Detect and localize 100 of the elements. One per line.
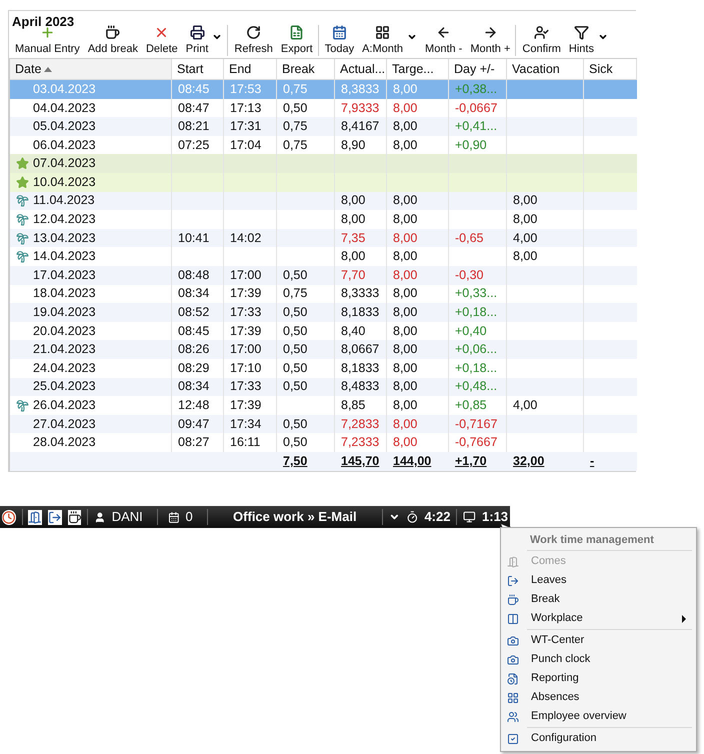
table-cell-text: 17:10 [230, 360, 262, 377]
table-row[interactable]: 21.04.2023 08:26 17:00 0,50 8,0667 8,00 +0,06... [10, 340, 637, 359]
table-cell-text: 24.04.2023 [33, 360, 96, 377]
coffee-cup-icon [105, 25, 120, 40]
table-cell-text: -0,30 [455, 266, 484, 284]
activity-label[interactable]: Office work » E-Mail [214, 507, 376, 527]
monitor-icon [463, 510, 476, 524]
menu-item[interactable]: Reporting [503, 669, 692, 688]
table-cell-text: 0,50 [283, 100, 308, 117]
exit-icon[interactable] [48, 510, 62, 524]
spreadsheet-icon [289, 25, 304, 40]
table-cell-text: +0,41... [455, 118, 498, 136]
toolbar-button[interactable]: A:Month [360, 25, 420, 56]
table-cell-text: 8,3333 [341, 285, 380, 302]
table-cell-text: 0,50 [283, 360, 308, 377]
table-cell-text: 08:29 [178, 360, 210, 377]
grid-icon [375, 25, 390, 40]
coffee-cup-icon[interactable] [68, 510, 82, 524]
menu-item[interactable]: Leaves [503, 571, 692, 590]
toolbar-button[interactable]: Delete [144, 25, 180, 56]
table-cell-text: 4,00 [513, 397, 538, 414]
table-cell-text: 8,3833 [341, 80, 380, 98]
table-cell-text: +0,06... [455, 341, 498, 358]
table-row[interactable]: 19.04.2023 08:52 17:33 0,50 8,1833 8,00 +0,18... [10, 303, 637, 322]
menu-item[interactable]: Employee overview [503, 707, 692, 726]
table-cell-text: 8,00 [393, 360, 418, 377]
table-cell-text: 17:00 [230, 341, 262, 358]
table-cell-text: 28.04.2023 [33, 434, 96, 452]
coffee-cup-icon [507, 594, 519, 606]
camera-icon [507, 654, 519, 666]
table-cell-text: 07:25 [178, 136, 210, 154]
table-cell-text: 08:45 [178, 80, 210, 98]
table-cell-text: 4,00 [513, 230, 538, 247]
table-cell-text: 18.04.2023 [33, 285, 96, 302]
table-row[interactable]: 10.04.2023 [10, 172, 637, 192]
table-row[interactable]: 05.04.2023 08:21 17:31 0,75 8,4167 8,00 +0,41... [10, 117, 637, 136]
table-cell-text: 8,1833 [341, 304, 380, 322]
table-cell-text: 8,00 [341, 211, 366, 228]
toolbar-button[interactable]: Month + [468, 25, 516, 56]
table-cell-text: 0,75 [283, 118, 308, 136]
table-cell-text: 26.04.2023 [33, 397, 96, 414]
toolbar-button[interactable]: Print [184, 25, 228, 56]
table-cell-text: 8,0667 [341, 341, 380, 358]
table-cell-text: 17:00 [230, 266, 262, 284]
table-cell-text: 10:41 [178, 230, 210, 247]
menu-item[interactable]: Workplace [503, 609, 692, 628]
user-check-icon [534, 25, 550, 40]
table-cell-text: 8,00 [393, 304, 418, 322]
menu-item[interactable]: Absences [503, 688, 692, 707]
table-cell-text: 0,50 [283, 304, 308, 322]
star-icon [16, 157, 29, 170]
table-cell-text: 17:39 [230, 397, 262, 414]
table-row[interactable]: 04.04.2023 08:47 17:13 0,50 7,9333 8,00 -0,0667 [10, 98, 637, 118]
door-icon [507, 556, 519, 568]
column-header[interactable]: Date [10, 59, 172, 79]
table-cell-text: 17:33 [230, 304, 262, 322]
table-row[interactable]: 20.04.2023 08:45 17:39 0,50 8,40 8,00 +0,40 [10, 322, 637, 340]
table-cell-text: 0,50 [283, 341, 308, 358]
users-icon [507, 710, 519, 722]
table-row[interactable]: 11.04.2023 8,00 8,00 8,00 [10, 192, 637, 210]
table-cell-text: 14:02 [230, 230, 262, 247]
table-row[interactable]: 07.04.2023 [10, 154, 637, 173]
door-icon[interactable] [28, 510, 42, 524]
sort-up-icon [44, 66, 52, 72]
palm-tree-icon [16, 250, 29, 264]
table-cell-text: +0,85 [455, 397, 487, 414]
table-cell-text: 08:47 [178, 100, 210, 117]
toolbar-button[interactable]: Confirm [520, 25, 563, 56]
table-cell-text: 19.04.2023 [33, 304, 96, 322]
table-row[interactable]: 06.04.2023 07:25 17:04 0,75 8,90 8,00 +0,90 [10, 136, 637, 154]
table-cell-text: 12.04.2023 [33, 211, 96, 228]
total-cell-text: 145,70 [341, 453, 380, 470]
menu-item[interactable]: Break [503, 590, 692, 609]
table-cell-text: -0,65 [455, 230, 484, 247]
toolbar-button[interactable]: Refresh [232, 25, 275, 56]
toolbar-button[interactable]: Hints [566, 25, 610, 56]
table-cell-text: 0,75 [283, 80, 308, 98]
table-row[interactable]: 13.04.2023 10:41 14:02 7,35 8,00 -0,65 4,00 [10, 228, 637, 248]
table-row[interactable]: 18.04.2023 08:34 17:39 0,75 8,3333 8,00 +0,33... [10, 284, 637, 304]
filter-icon [574, 25, 589, 40]
table-cell-text: 8,00 [393, 192, 418, 210]
menu-item[interactable]: Configuration [503, 729, 692, 748]
toolbar-button[interactable]: Export [278, 25, 319, 56]
table-cell-text: 8,00 [393, 248, 418, 266]
toolbar-button[interactable]: Today [322, 25, 356, 56]
table-row[interactable]: 27.04.2023 09:47 17:34 0,50 7,2833 8,00 -0,7167 [10, 414, 637, 434]
total-cell-text: 144,00 [393, 453, 432, 470]
session-time: 1:13 [482, 508, 508, 526]
menu-item[interactable]: WT-Center [503, 631, 692, 650]
toolbar-button[interactable]: Add break [86, 25, 140, 56]
palm-tree-icon [16, 194, 29, 208]
table-row[interactable]: 17.04.2023 08:48 17:00 0,50 7,70 8,00 -0,30 [10, 266, 637, 285]
clock-icon[interactable] [2, 510, 16, 524]
menu-item[interactable]: Punch clock [503, 650, 692, 669]
table-cell-text: 17:31 [230, 118, 262, 136]
table-row[interactable]: 25.04.2023 08:34 17:33 0,50 8,4833 8,00 +0,48... [10, 378, 637, 396]
table-cell-text: +0,40 [455, 322, 487, 340]
toolbar-button[interactable]: Month - [423, 25, 464, 56]
table-cell-text: +0,90 [455, 136, 487, 154]
table-cell-text: 8,00 [513, 192, 538, 210]
